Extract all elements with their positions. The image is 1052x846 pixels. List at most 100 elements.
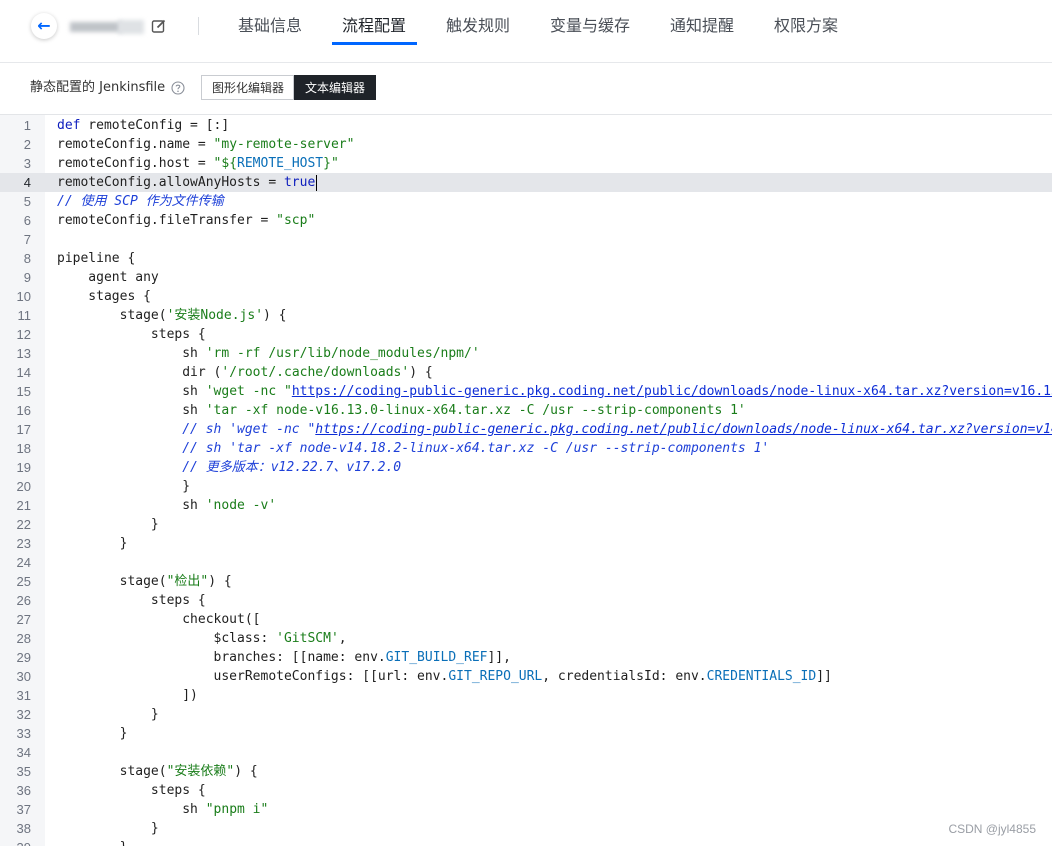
tab-basic-info[interactable]: 基础信息 [238,15,302,37]
code-text: } [57,479,191,494]
code-text: stage("检出") { [57,574,232,589]
code-line[interactable]: 26 steps { [0,591,1052,610]
code-text: sh 'wget -nc "https://coding-public-gene… [57,384,1052,399]
line-number: 7 [23,232,31,247]
watermark: CSDN @jyl4855 [948,822,1036,836]
code-text: } [57,726,128,741]
line-number: 32 [16,707,31,722]
code-line[interactable]: 17 // sh 'wget -nc "https://coding-publi… [0,420,1052,439]
code-text: } [57,821,159,836]
code-line[interactable]: 11 stage('安装Node.js') { [0,306,1052,325]
line-number: 33 [16,726,31,741]
code-text: // sh 'wget -nc "https://coding-public-g… [182,422,1052,437]
header-divider [198,17,199,35]
jenkinsfile-label: 静态配置的 Jenkinsfile [30,80,166,95]
code-line[interactable]: 20 } [0,477,1052,496]
code-text: remoteConfig.name = "my-remote-server" [57,137,355,152]
code-line[interactable]: 8 pipeline { [0,249,1052,268]
tab-pipeline-config[interactable]: 流程配置 [342,15,406,37]
code-line[interactable]: 30 userRemoteConfigs: [[url: env.GIT_REP… [0,667,1052,686]
text-editor-button[interactable]: 文本编辑器 [294,75,376,100]
line-number: 34 [16,745,31,760]
line-number: 22 [16,517,31,532]
code-line[interactable]: 21 sh 'node -v' [0,496,1052,515]
code-text: stage("安装依赖") { [57,764,258,779]
tab-notifications[interactable]: 通知提醒 [670,15,734,37]
tab-variables-cache[interactable]: 变量与缓存 [550,15,630,37]
edit-icon[interactable] [151,18,167,34]
code-line[interactable]: 31 ]) [0,686,1052,705]
code-text: steps { [57,327,206,342]
code-line[interactable]: 10 stages { [0,287,1052,306]
line-number: 35 [16,764,31,779]
code-line[interactable]: 33 } [0,724,1052,743]
code-line[interactable]: 14 dir ('/root/.cache/downloads') { [0,363,1052,382]
code-text: checkout([ [57,612,261,627]
code-line[interactable]: 5 // 使用 SCP 作为文件传输 [0,192,1052,211]
code-line[interactable]: 18 // sh 'tar -xf node-v14.18.2-linux-x6… [0,439,1052,458]
tab-trigger-rules[interactable]: 触发规则 [446,15,510,37]
code-line[interactable]: 1 def remoteConfig = [:] [0,116,1052,135]
code-text: ]) [57,688,198,703]
code-line[interactable]: 3 remoteConfig.host = "${REMOTE_HOST}" [0,154,1052,173]
code-line[interactable]: 6 remoteConfig.fileTransfer = "scp" [0,211,1052,230]
code-line[interactable]: 27 checkout([ [0,610,1052,629]
code-line[interactable]: 19 // 更多版本：v12.22.7、v17.2.0 [0,458,1052,477]
line-number: 12 [16,327,31,342]
code-text: sh "pnpm i" [57,802,269,817]
code-text: sh 'tar -xf node-v16.13.0-linux-x64.tar.… [57,403,746,418]
code-line[interactable]: 23 } [0,534,1052,553]
arrow-left-icon: ← [37,16,51,35]
line-number: 13 [16,346,31,361]
code-text: // sh 'tar -xf node-v14.18.2-linux-x64.t… [182,441,770,456]
code-line[interactable]: 36 steps { [0,781,1052,800]
graphical-editor-button[interactable]: 图形化编辑器 [201,75,294,100]
code-line[interactable]: 13 sh 'rm -rf /usr/lib/node_modules/npm/… [0,344,1052,363]
code-line[interactable]: 37 sh "pnpm i" [0,800,1052,819]
code-text: pipeline { [57,251,136,266]
code-line[interactable]: 22 } [0,515,1052,534]
line-number: 10 [16,289,31,304]
line-number: 23 [16,536,31,551]
line-number: 6 [23,213,31,228]
code-line[interactable]: 15 sh 'wget -nc "https://coding-public-g… [0,382,1052,401]
code-line[interactable]: 12 steps { [0,325,1052,344]
question-circle-icon[interactable] [171,81,185,95]
tab-permissions[interactable]: 权限方案 [774,15,838,37]
code-text: remoteConfig.fileTransfer = "scp" [57,213,316,228]
code-line[interactable]: 35 stage("安装依赖") { [0,762,1052,781]
code-line[interactable]: 28 $class: 'GitSCM', [0,629,1052,648]
code-text: } [57,707,159,722]
line-number: 17 [16,422,31,437]
code-text: branches: [[name: env.GIT_BUILD_REF]], [57,650,511,665]
back-button[interactable]: ← [31,13,57,39]
line-number: 15 [16,384,31,399]
code-line[interactable]: 34 [0,743,1052,762]
code-line[interactable]: 38 } [0,819,1052,838]
code-line[interactable]: 29 branches: [[name: env.GIT_BUILD_REF]]… [0,648,1052,667]
code-text: userRemoteConfigs: [[url: env.GIT_REPO_U… [57,669,832,684]
code-text: def remoteConfig = [:] [57,118,230,133]
active-tab-indicator [332,42,417,45]
line-number: 39 [0,838,31,846]
code-line[interactable]: 32 } [0,705,1052,724]
code-line[interactable]: 39 } [0,838,1052,846]
line-number: 16 [16,403,31,418]
code-line[interactable]: 24 [0,553,1052,572]
line-number: 3 [23,156,31,171]
code-line[interactable]: 25 stage("检出") { [0,572,1052,591]
code-editor[interactable]: 1 def remoteConfig = [:] 2 remoteConfig.nam… [0,115,1052,846]
code-text: remoteConfig.allowAnyHosts = true [57,174,318,191]
code-line[interactable]: 4 remoteConfig.allowAnyHosts = true [0,173,1052,192]
code-text: sh 'rm -rf /usr/lib/node_modules/npm/' [57,346,480,361]
line-number: 28 [16,631,31,646]
code-line[interactable]: 7 [0,230,1052,249]
code-line[interactable]: 2 remoteConfig.name = "my-remote-server" [0,135,1052,154]
line-number: 5 [23,194,31,209]
code-line[interactable]: 16 sh 'tar -xf node-v16.13.0-linux-x64.t… [0,401,1052,420]
line-number: 36 [16,783,31,798]
code-text: dir ('/root/.cache/downloads') { [57,365,433,380]
text-cursor [316,174,318,191]
code-line[interactable]: 9 agent any [0,268,1052,287]
code-text: stage('安装Node.js') { [57,308,287,323]
